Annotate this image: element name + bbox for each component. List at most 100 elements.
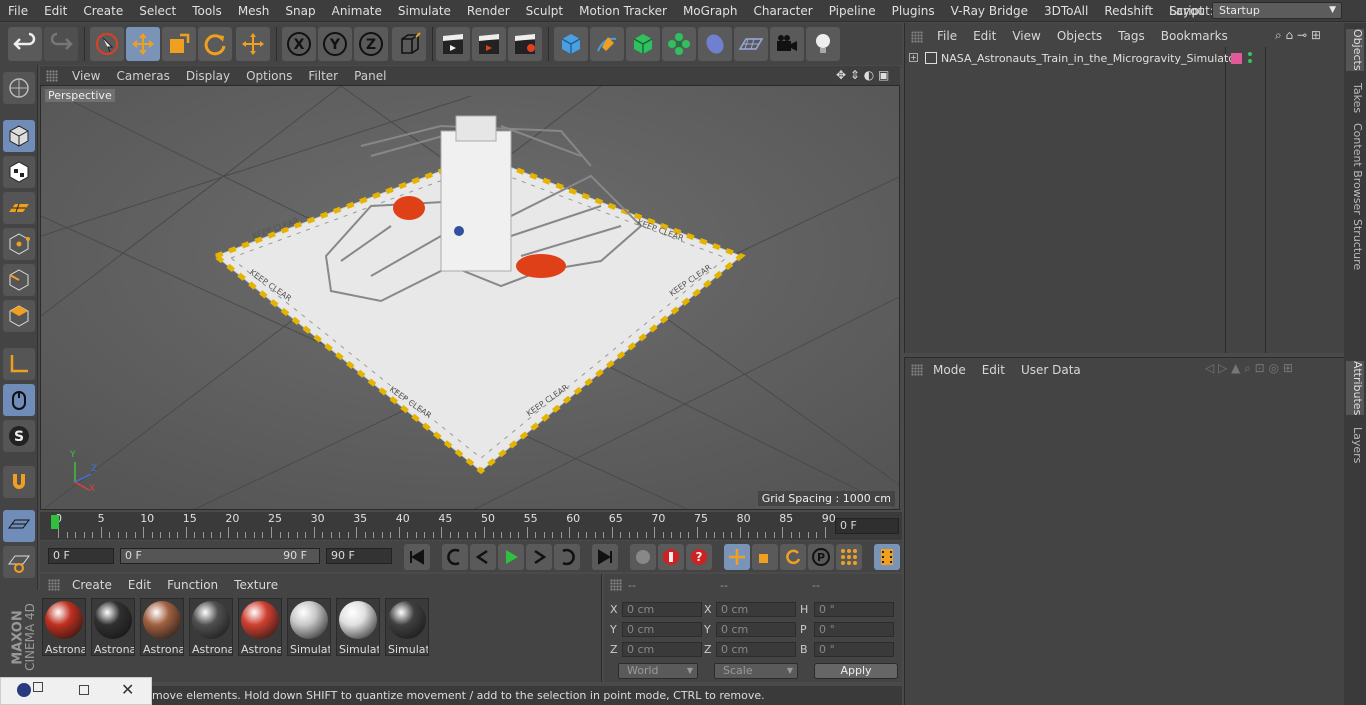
material-swatch[interactable]: Astrona (238, 598, 282, 656)
workplane-mode-button[interactable] (3, 192, 35, 224)
material-swatch[interactable]: Astrona (42, 598, 86, 656)
playhead[interactable] (51, 515, 59, 529)
tab-content-browser[interactable]: Content Browser (1346, 123, 1364, 215)
snap-button[interactable] (3, 466, 35, 498)
attribute-menu-mode[interactable]: Mode (925, 363, 974, 377)
coord-value-field[interactable]: 0 ° (814, 642, 894, 657)
coord-value-field[interactable]: 0 cm (622, 642, 702, 657)
material-menu-function[interactable]: Function (159, 578, 226, 592)
material-swatch[interactable]: Astrona (91, 598, 135, 656)
material-swatch[interactable]: Astrona (140, 598, 184, 656)
menu-character[interactable]: Character (745, 0, 820, 22)
floor-button[interactable] (734, 27, 768, 61)
autokey-button[interactable] (658, 544, 684, 570)
next-frame-button[interactable] (526, 544, 552, 570)
grip-icon[interactable] (610, 579, 622, 591)
parameter-key-button[interactable]: P (808, 544, 834, 570)
menu-tools[interactable]: Tools (184, 0, 230, 22)
menu-motion-tracker[interactable]: Motion Tracker (571, 0, 675, 22)
material-swatch[interactable]: Simulato (385, 598, 429, 656)
menu-sculpt[interactable]: Sculpt (518, 0, 571, 22)
coordinate-system-button[interactable] (392, 27, 426, 61)
camera-label[interactable]: Perspective (45, 89, 115, 102)
material-swatch[interactable]: Simulato (336, 598, 380, 656)
previous-key-button[interactable] (442, 544, 468, 570)
tab-structure[interactable]: Structure (1346, 219, 1364, 270)
viewport-menu-panel[interactable]: Panel (346, 69, 394, 83)
layout-select[interactable]: Startup ▼ (1212, 2, 1342, 19)
texture-mode-button[interactable] (3, 156, 35, 188)
rotation-key-button[interactable] (780, 544, 806, 570)
render-settings-button[interactable] (508, 27, 542, 61)
go-to-start-button[interactable] (404, 544, 430, 570)
next-key-button[interactable] (554, 544, 580, 570)
material-menu-create[interactable]: Create (64, 578, 120, 592)
menu-simulate[interactable]: Simulate (390, 0, 459, 22)
visibility-render-dot[interactable] (1248, 59, 1252, 63)
coord-value-field[interactable]: 0 ° (814, 622, 894, 637)
object-name[interactable]: NASA_Astronauts_Train_in_the_Microgravit… (941, 52, 1240, 65)
tab-layers[interactable]: Layers (1346, 427, 1364, 463)
tab-takes[interactable]: Takes (1346, 83, 1364, 113)
menu-redshift[interactable]: Redshift (1096, 0, 1161, 22)
viewport-menu-display[interactable]: Display (178, 69, 238, 83)
timeline-button[interactable] (874, 544, 900, 570)
end-frame-field[interactable]: 90 F (326, 548, 392, 564)
coord-mode-dropdown[interactable]: World ▼ (618, 663, 698, 679)
subdivision-surface-button[interactable] (626, 27, 660, 61)
close-icon[interactable]: ✕ (121, 680, 134, 699)
transform-tool-button[interactable] (236, 27, 270, 61)
viewport-menu-cameras[interactable]: Cameras (108, 69, 177, 83)
menu-snap[interactable]: Snap (277, 0, 323, 22)
viewport-menu-view[interactable]: View (64, 69, 108, 83)
object-menu-bookmarks[interactable]: Bookmarks (1153, 29, 1236, 43)
pla-key-button[interactable] (836, 544, 862, 570)
coord-value-field[interactable]: 0 cm (716, 602, 796, 617)
minimized-window[interactable]: ✕ (0, 677, 152, 705)
menu-3dtoall[interactable]: 3DToAll (1036, 0, 1096, 22)
apply-button[interactable]: Apply (814, 663, 898, 679)
make-editable-button[interactable] (3, 72, 35, 104)
solo-button[interactable]: S (3, 420, 35, 452)
attribute-menu-user-data[interactable]: User Data (1013, 363, 1089, 377)
material-swatch[interactable]: Astrona (189, 598, 233, 656)
rotate-tool-button[interactable] (198, 27, 232, 61)
start-frame-field[interactable]: 0 F (48, 548, 114, 564)
restore-icon[interactable] (33, 682, 43, 692)
axis-mode-button[interactable] (3, 348, 35, 380)
current-frame-field[interactable]: 0 F (835, 518, 899, 534)
y-axis-lock-button[interactable]: Y (318, 27, 352, 61)
scale-key-button[interactable] (752, 544, 778, 570)
z-axis-lock-button[interactable]: Z (354, 27, 388, 61)
object-row[interactable]: + NASA_Astronauts_Train_in_the_Micrograv… (905, 51, 1345, 71)
coord-value-field[interactable]: 0 cm (622, 602, 702, 617)
object-menu-edit[interactable]: Edit (965, 29, 1004, 43)
position-key-button[interactable] (724, 544, 750, 570)
model-mode-button[interactable] (3, 120, 35, 152)
menu-pipeline[interactable]: Pipeline (821, 0, 884, 22)
visibility-editor-dot[interactable] (1248, 52, 1252, 56)
points-mode-button[interactable] (3, 228, 35, 260)
object-menu-objects[interactable]: Objects (1049, 29, 1110, 43)
expand-icon[interactable]: + (909, 53, 918, 62)
attribute-nav-icons[interactable]: ◁ ▷ ▲ ⌕ ⊡ ◎ ⊞ (1205, 361, 1293, 376)
maximize-icon[interactable] (79, 685, 89, 695)
material-tag-icon[interactable] (1231, 53, 1242, 64)
light-button[interactable] (806, 27, 840, 61)
frame-range-slider[interactable]: 0 F 90 F (120, 548, 320, 564)
menu-file[interactable]: File (0, 0, 36, 22)
render-to-picture-viewer-button[interactable] (472, 27, 506, 61)
menu-v-ray-bridge[interactable]: V-Ray Bridge (943, 0, 1036, 22)
object-menu-view[interactable]: View (1004, 29, 1048, 43)
menu-render[interactable]: Render (459, 0, 518, 22)
coord-scale-dropdown[interactable]: Scale ▼ (714, 663, 798, 679)
menu-animate[interactable]: Animate (324, 0, 390, 22)
coord-value-field[interactable]: 0 ° (814, 602, 894, 617)
go-to-end-button[interactable] (592, 544, 618, 570)
workplane-lock-button[interactable] (3, 510, 35, 542)
workplane-axis-button[interactable] (3, 546, 35, 578)
coord-value-field[interactable]: 0 cm (622, 622, 702, 637)
viewport-menu-options[interactable]: Options (238, 69, 300, 83)
viewport-nav-icons[interactable]: ✥ ⇕ ◐ ▣ (836, 68, 889, 82)
keyframe-selection-button[interactable]: ? (686, 544, 712, 570)
